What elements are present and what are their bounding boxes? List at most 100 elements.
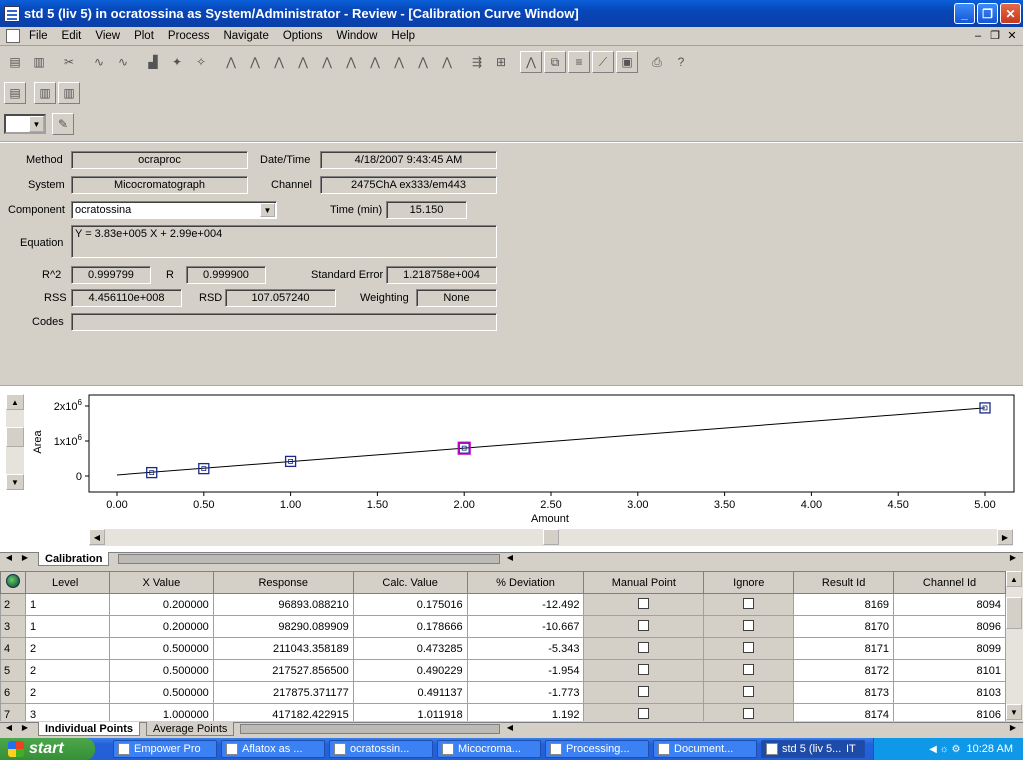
manual-point-checkbox[interactable] — [583, 593, 705, 616]
mdi-minimize-icon[interactable]: – — [971, 29, 985, 42]
menu-navigate[interactable]: Navigate — [216, 30, 275, 42]
col-deviation[interactable]: % Deviation — [466, 571, 585, 594]
integrate-7-icon[interactable]: ⋀ — [364, 51, 386, 73]
table-row[interactable]: 6 2 0.500000 217875.371177 0.491137 -1.773 817… — [0, 681, 1006, 704]
page-setup-icon[interactable]: ▥ — [34, 82, 56, 104]
calibrate-icon[interactable]: ✦ — [166, 51, 188, 73]
grid-tab-nav-left-icon[interactable]: ◀ — [4, 723, 14, 732]
print-setup-icon[interactable]: ▥ — [58, 82, 80, 104]
col-response[interactable]: Response — [212, 571, 354, 594]
ignore-checkbox[interactable] — [703, 637, 795, 660]
peak-a-icon[interactable]: ∿ — [88, 51, 110, 73]
ignore-checkbox[interactable] — [703, 703, 795, 721]
tab-scrollbar-track[interactable] — [118, 554, 500, 564]
manual-point-checkbox[interactable] — [583, 615, 705, 638]
ignore-checkbox[interactable] — [703, 659, 795, 682]
checkbox[interactable] — [638, 685, 650, 697]
print-preview-icon[interactable]: ▤ — [4, 82, 26, 104]
restore-button[interactable]: ❐ — [977, 3, 998, 24]
tab-nav-right-icon[interactable]: ▶ — [20, 553, 30, 562]
task-ocratossina[interactable]: ocratossin... — [329, 740, 433, 758]
integrate-5-icon[interactable]: ⋀ — [316, 51, 338, 73]
grid-vertical-scrollbar[interactable]: ▲ ▼ — [1006, 571, 1023, 721]
copy-icon[interactable]: ⧉ — [544, 51, 566, 73]
grid-scroll-down-icon[interactable]: ▼ — [1006, 704, 1022, 720]
integrate-10-icon[interactable]: ⋀ — [436, 51, 458, 73]
ignore-checkbox[interactable] — [703, 593, 795, 616]
quantitate-icon[interactable]: ✧ — [190, 51, 212, 73]
task-empower-pro[interactable]: Empower Pro — [113, 740, 217, 758]
integrate-4-icon[interactable]: ⋀ — [292, 51, 314, 73]
start-button[interactable]: start — [0, 738, 95, 760]
checkbox[interactable] — [743, 619, 755, 631]
grid-tab-scroll-right-icon[interactable]: ▶ — [1008, 723, 1018, 732]
task-document[interactable]: Document... — [653, 740, 757, 758]
chromatogram-icon[interactable]: ⋀ — [520, 51, 542, 73]
tab-scroll-left-icon[interactable]: ◀ — [505, 553, 515, 562]
checkbox[interactable] — [743, 597, 755, 609]
grid-tab-scroll-left-icon[interactable]: ◀ — [505, 723, 515, 732]
peak-b-icon[interactable]: ∿ — [112, 51, 134, 73]
integrate-6-icon[interactable]: ⋀ — [340, 51, 362, 73]
checkbox[interactable] — [743, 641, 755, 653]
task-micocromatograph[interactable]: Micocroma... — [437, 740, 541, 758]
tray-icons[interactable]: ◀ ☼ ⚙ — [929, 744, 960, 755]
chevron-down-icon[interactable]: ▼ — [29, 116, 44, 132]
checkbox[interactable] — [743, 707, 755, 719]
component-dropdown[interactable]: ocratossina ▼ — [71, 201, 277, 219]
checkbox[interactable] — [743, 663, 755, 675]
col-calc-value[interactable]: Calc. Value — [352, 571, 468, 594]
export-icon[interactable]: ⇶ — [466, 51, 488, 73]
table-row[interactable]: 3 1 0.200000 98290.089909 0.178666 -10.667 817… — [0, 615, 1006, 638]
integrate-3-icon[interactable]: ⋀ — [268, 51, 290, 73]
checkbox[interactable] — [638, 707, 650, 719]
chart-horizontal-scrollbar[interactable]: ◀ ▶ — [89, 529, 1013, 546]
globe-icon[interactable] — [0, 571, 26, 594]
menu-help[interactable]: Help — [384, 30, 422, 42]
col-ignore[interactable]: Ignore — [703, 571, 795, 594]
scroll-left-icon[interactable]: ◀ — [89, 529, 105, 545]
tab-nav-left-icon[interactable]: ◀ — [4, 553, 14, 562]
integrate-8-icon[interactable]: ⋀ — [388, 51, 410, 73]
results-icon[interactable]: ⊞ — [490, 51, 512, 73]
tab-average-points[interactable]: Average Points — [146, 722, 235, 736]
table-row[interactable]: 2 1 0.200000 96893.088210 0.175016 -12.492 816… — [0, 593, 1006, 616]
grid-scroll-up-icon[interactable]: ▲ — [1006, 571, 1022, 587]
table-row[interactable]: 7 3 1.000000 417182.422915 1.011918 1.192 8174… — [0, 703, 1006, 721]
checkbox[interactable] — [638, 663, 650, 675]
tab-individual-points[interactable]: Individual Points — [38, 722, 141, 736]
selector-combo[interactable]: ▼ — [4, 114, 46, 134]
menu-view[interactable]: View — [88, 30, 127, 42]
menu-edit[interactable]: Edit — [55, 30, 89, 42]
report-icon[interactable]: ▣ — [616, 51, 638, 73]
col-level[interactable]: Level — [24, 571, 110, 594]
grid-scroll-thumb[interactable] — [1006, 597, 1022, 629]
table-row[interactable]: 4 2 0.500000 211043.358189 0.473285 -5.343 817… — [0, 637, 1006, 660]
mdi-close-icon[interactable]: ✕ — [1005, 29, 1019, 42]
integrate-2-icon[interactable]: ⋀ — [244, 51, 266, 73]
grid-tab-scrollbar-track[interactable] — [240, 724, 500, 734]
manual-point-checkbox[interactable] — [583, 659, 705, 682]
ignore-checkbox[interactable] — [703, 681, 795, 704]
context-help-icon[interactable]: ? — [670, 51, 692, 73]
scroll-thumb-horizontal[interactable] — [543, 529, 559, 545]
menu-plot[interactable]: Plot — [127, 30, 161, 42]
col-manual-point[interactable]: Manual Point — [583, 571, 705, 594]
integrate-1-icon[interactable]: ⋀ — [220, 51, 242, 73]
col-channel-id[interactable]: Channel Id — [893, 571, 1006, 594]
integrate-9-icon[interactable]: ⋀ — [412, 51, 434, 73]
chart-icon[interactable]: ▟ — [142, 51, 164, 73]
pencil-icon[interactable]: ✎ — [52, 113, 74, 135]
menu-window[interactable]: Window — [329, 30, 384, 42]
checkbox[interactable] — [638, 619, 650, 631]
task-aflatox[interactable]: Aflatox as ... — [221, 740, 325, 758]
manual-point-checkbox[interactable] — [583, 703, 705, 721]
manual-point-checkbox[interactable] — [583, 637, 705, 660]
save-icon[interactable]: ▤ — [4, 51, 26, 73]
close-button[interactable]: ✕ — [1000, 3, 1021, 24]
print-icon[interactable]: ⎙ — [646, 51, 668, 73]
checkbox[interactable] — [638, 597, 650, 609]
checkbox[interactable] — [638, 641, 650, 653]
table-icon[interactable]: ≡ — [568, 51, 590, 73]
document-icon[interactable] — [6, 29, 20, 43]
